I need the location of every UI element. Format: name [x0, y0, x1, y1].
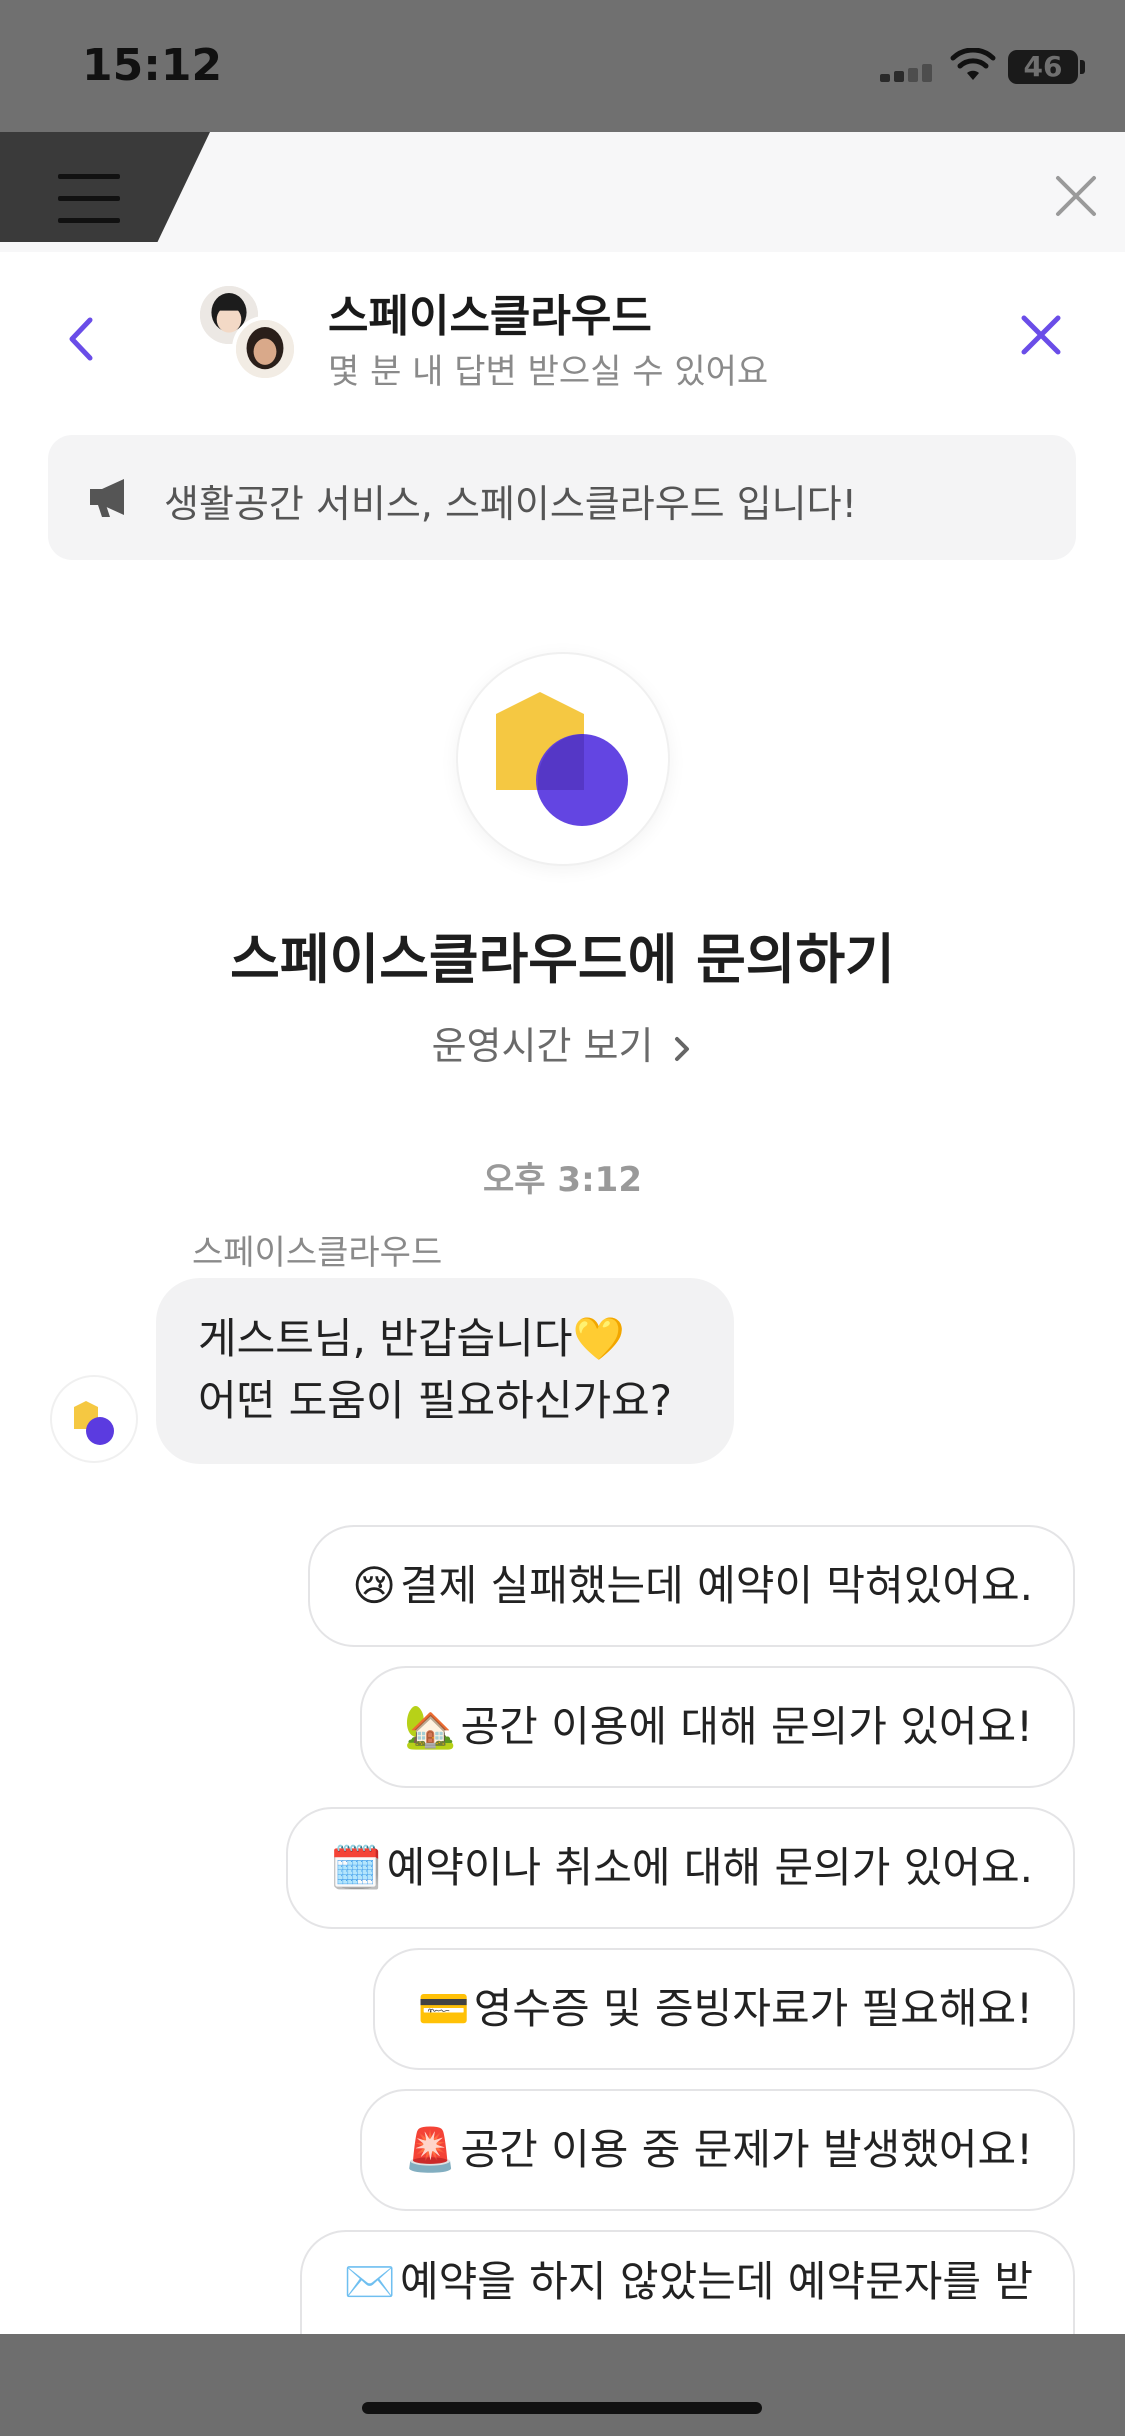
bot-avatar [50, 1375, 138, 1463]
brand-title: 스페이스클라우드에 문의하기 [230, 928, 895, 991]
close-chat-icon[interactable] [1018, 312, 1064, 358]
message-timestamp: 오후 3:12 [483, 1160, 642, 1200]
hamburger-menu-icon[interactable] [58, 174, 120, 224]
quick-reply-option[interactable]: 😢결제 실패했는데 예약이 막혀있어요. [308, 1525, 1075, 1647]
message-line-2: 어떤 도움이 필요하신가요? [198, 1376, 673, 1425]
status-bar: 15:12 46 [0, 0, 1125, 132]
chat-title: 스페이스클라우드 [328, 291, 652, 342]
quick-reply-option[interactable]: 🗓️예약이나 취소에 대해 문의가 있어요. [286, 1807, 1075, 1929]
crying-face-icon: 😢 [352, 1561, 396, 1610]
option-label: 결제 실패했는데 예약이 막혀있어요. [399, 1561, 1033, 1610]
megaphone-icon [90, 479, 124, 517]
spacecloud-logo-icon [496, 692, 628, 826]
option-label: 공간 이용에 대해 문의가 있어요! [460, 1702, 1033, 1751]
announcement-banner[interactable]: 생활공간 서비스, 스페이스클라우드 입니다! [48, 435, 1076, 560]
option-label: 예약이나 취소에 대해 문의가 있어요. [386, 1843, 1033, 1892]
announcement-text: 생활공간 서비스, 스페이스클라우드 입니다! [164, 482, 857, 526]
message-sender: 스페이스클라우드 [192, 1233, 443, 1273]
brand-logo [456, 652, 670, 866]
close-webview-icon[interactable] [1052, 172, 1100, 220]
wifi-icon [950, 48, 996, 80]
option-label: 영수증 및 증빙자료가 필요해요! [473, 1984, 1033, 2033]
chat-header: 스페이스클라우드 몇 분 내 답변 받으실 수 있어요 [0, 252, 1125, 412]
message-line-1: 게스트님, 반갑습니다💛 [198, 1314, 625, 1363]
agent-avatars [196, 282, 306, 392]
chevron-right-icon [675, 1036, 690, 1061]
bot-logo-icon [74, 1401, 114, 1445]
business-hours-link[interactable]: 운영시간 보기 [0, 1015, 1125, 1070]
quick-reply-option[interactable]: 🚨공간 이용 중 문제가 발생했어요! [360, 2089, 1075, 2211]
siren-icon: 🚨 [404, 2125, 457, 2174]
battery-icon: 46 [1008, 50, 1078, 84]
option-label: 예약을 하지 않았는데 예약문자를 받 [399, 2257, 1033, 2306]
agent-avatar-2 [232, 316, 298, 382]
quick-reply-option[interactable]: 🏡공간 이용에 대해 문의가 있어요! [360, 1666, 1075, 1788]
battery-tip [1080, 60, 1085, 74]
webview-toolbar [0, 132, 1125, 252]
chat-screen: 15:12 46 스페이스클라우드 몇 분 내 답변 받으실 수 있어요 생활공… [0, 0, 1125, 2436]
home-indicator-bar [0, 2334, 1125, 2436]
home-indicator[interactable] [362, 2402, 762, 2414]
back-chevron-icon[interactable] [60, 314, 100, 364]
bot-message-bubble: 게스트님, 반갑습니다💛 어떤 도움이 필요하신가요? [156, 1278, 734, 1464]
house-icon: 🏡 [404, 1702, 457, 1751]
cellular-signal-icon [880, 64, 936, 82]
option-label: 공간 이용 중 문제가 발생했어요! [460, 2125, 1033, 2174]
chat-subtitle: 몇 분 내 답변 받으실 수 있어요 [328, 352, 769, 392]
quick-reply-option[interactable]: 💳영수증 및 증빙자료가 필요해요! [373, 1948, 1075, 2070]
calendar-icon: 🗓️ [330, 1843, 383, 1892]
envelope-icon: ✉️ [343, 2257, 396, 2306]
status-time: 15:12 [82, 40, 223, 91]
credit-card-icon: 💳 [417, 1984, 470, 2033]
business-hours-label: 운영시간 보기 [431, 1024, 654, 1068]
